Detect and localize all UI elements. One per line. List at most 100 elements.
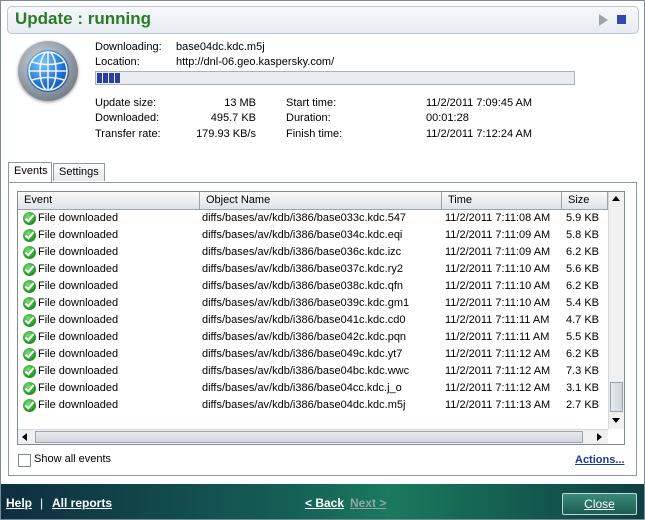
size-cell: 5.8 KB [566,229,600,241]
event-cell: File downloaded [38,297,119,309]
event-cell: File downloaded [38,280,119,292]
table-row[interactable]: File downloaded diffs/bases/av/kdb/i386/b… [18,329,608,346]
table-row[interactable]: File downloaded diffs/bases/av/kdb/i386/b… [18,210,608,227]
object-name-cell: diffs/bases/av/kdb/i386/base04bc.kdc.wwc [202,365,410,377]
object-name-cell: diffs/bases/av/kdb/i386/base034c.kdc.eqi [202,229,403,241]
column-header-event[interactable]: Event [18,192,200,209]
event-cell: File downloaded [38,246,119,258]
update-size-label: Update size: [95,97,157,109]
size-cell: 5.9 KB [566,212,600,224]
check-circle-icon [23,280,36,293]
table-row[interactable]: File downloaded diffs/bases/av/kdb/i386/b… [18,244,608,261]
finish-time-label: Finish time: [286,128,343,140]
table-row[interactable]: File downloaded diffs/bases/av/kdb/i386/b… [18,346,608,363]
column-header-time[interactable]: Time [442,192,562,209]
all-reports-link[interactable]: All reports [52,496,112,510]
update-window: Update : running Downloading: base04dc.k… [0,0,645,520]
show-all-events-checkbox[interactable] [18,454,31,467]
object-name-cell: diffs/bases/av/kdb/i386/base04dc.kdc.m5j [202,399,406,411]
check-circle-icon [23,297,36,310]
transfer-rate-value: 179.93 KB/s [196,128,256,140]
stop-icon[interactable] [617,15,626,24]
progress-segment [97,73,102,83]
check-circle-icon [23,246,36,259]
object-name-cell: diffs/bases/av/kdb/i386/base036c.kdc.izc [202,246,402,258]
time-cell: 11/2/2011 7:11:09 AM [445,246,551,258]
check-circle-icon [23,229,36,242]
event-cell: File downloaded [38,348,119,360]
globe-icon [18,41,78,101]
horizontal-scrollbar[interactable] [18,429,608,444]
check-circle-icon [23,348,36,361]
footer-separator: | [40,496,44,510]
help-link[interactable]: Help [6,496,32,510]
downloading-label: Downloading: [95,41,162,53]
play-icon[interactable] [599,14,608,26]
size-cell: 5.4 KB [566,297,600,309]
horizontal-scroll-thumb[interactable] [35,431,583,443]
event-cell: File downloaded [38,314,119,326]
check-circle-icon [23,331,36,344]
location-value: http://dnl-06.geo.kaspersky.com/ [176,56,335,68]
actions-link[interactable]: Actions... [575,454,625,466]
duration-label: Duration: [286,112,331,124]
downloaded-label: Downloaded: [95,112,160,124]
scroll-left-icon[interactable] [22,433,27,441]
location-label: Location: [95,56,140,68]
time-cell: 11/2/2011 7:11:12 AM [445,382,551,394]
tab-events[interactable]: Events [8,162,52,182]
vertical-scroll-thumb[interactable] [610,382,623,412]
event-cell: File downloaded [38,229,119,241]
scroll-down-icon[interactable] [612,418,620,423]
progress-segment [115,73,120,83]
next-button[interactable]: Next > [350,496,386,510]
table-row[interactable]: File downloaded diffs/bases/av/kdb/i386/b… [18,363,608,380]
progress-segment [109,73,114,83]
table-header: Event Object Name Time Size [18,192,608,210]
size-cell: 4.7 KB [566,314,600,326]
show-all-events-label[interactable]: Show all events [34,453,111,465]
downloading-value: base04dc.kdc.m5j [176,41,265,53]
progress-segment [103,73,108,83]
size-cell: 2.7 KB [566,399,600,411]
check-circle-icon [23,314,36,327]
check-circle-icon [23,382,36,395]
duration-value: 00:01:28 [426,112,469,124]
table-row[interactable]: File downloaded diffs/bases/av/kdb/i386/b… [18,397,608,414]
event-cell: File downloaded [38,331,119,343]
table-row[interactable]: File downloaded diffs/bases/av/kdb/i386/b… [18,227,608,244]
table-row[interactable]: File downloaded diffs/bases/av/kdb/i386/b… [18,380,608,397]
scroll-right-icon[interactable] [597,433,602,441]
check-circle-icon [23,399,36,412]
back-button[interactable]: < Back [305,496,344,510]
footer-bar: Help | All reports < Back Next > Close [1,484,644,519]
table-row[interactable]: File downloaded diffs/bases/av/kdb/i386/b… [18,312,608,329]
window-title: Update : running [15,9,151,28]
table-row[interactable]: File downloaded diffs/bases/av/kdb/i386/b… [18,295,608,312]
column-header-size[interactable]: Size [562,192,608,209]
object-name-cell: diffs/bases/av/kdb/i386/base033c.kdc.547 [202,212,407,224]
progress-fill [97,73,121,83]
table-row[interactable]: File downloaded diffs/bases/av/kdb/i386/b… [18,278,608,295]
object-name-cell: diffs/bases/av/kdb/i386/base039c.kdc.gm1 [202,297,410,309]
time-cell: 11/2/2011 7:11:08 AM [445,212,551,224]
events-table: Event Object Name Time Size File downloa… [17,191,625,445]
size-cell: 5.5 KB [566,331,600,343]
tab-settings[interactable]: Settings [53,163,105,181]
vertical-scrollbar[interactable] [608,192,624,429]
scroll-up-icon[interactable] [612,196,620,201]
size-cell: 7.3 KB [566,365,600,377]
close-button[interactable]: Close [562,493,637,515]
check-circle-icon [23,365,36,378]
column-header-object-name[interactable]: Object Name [200,192,442,209]
check-circle-icon [23,212,36,225]
size-cell: 6.2 KB [566,348,600,360]
event-cell: File downloaded [38,399,119,411]
table-row[interactable]: File downloaded diffs/bases/av/kdb/i386/b… [18,261,608,278]
event-cell: File downloaded [38,382,119,394]
object-name-cell: diffs/bases/av/kdb/i386/base041c.kdc.cd0 [202,314,406,326]
finish-time-value: 11/2/2011 7:12:24 AM [426,128,533,140]
check-circle-icon [23,263,36,276]
time-cell: 11/2/2011 7:11:11 AM [445,314,550,326]
download-progress-bar [95,71,575,85]
